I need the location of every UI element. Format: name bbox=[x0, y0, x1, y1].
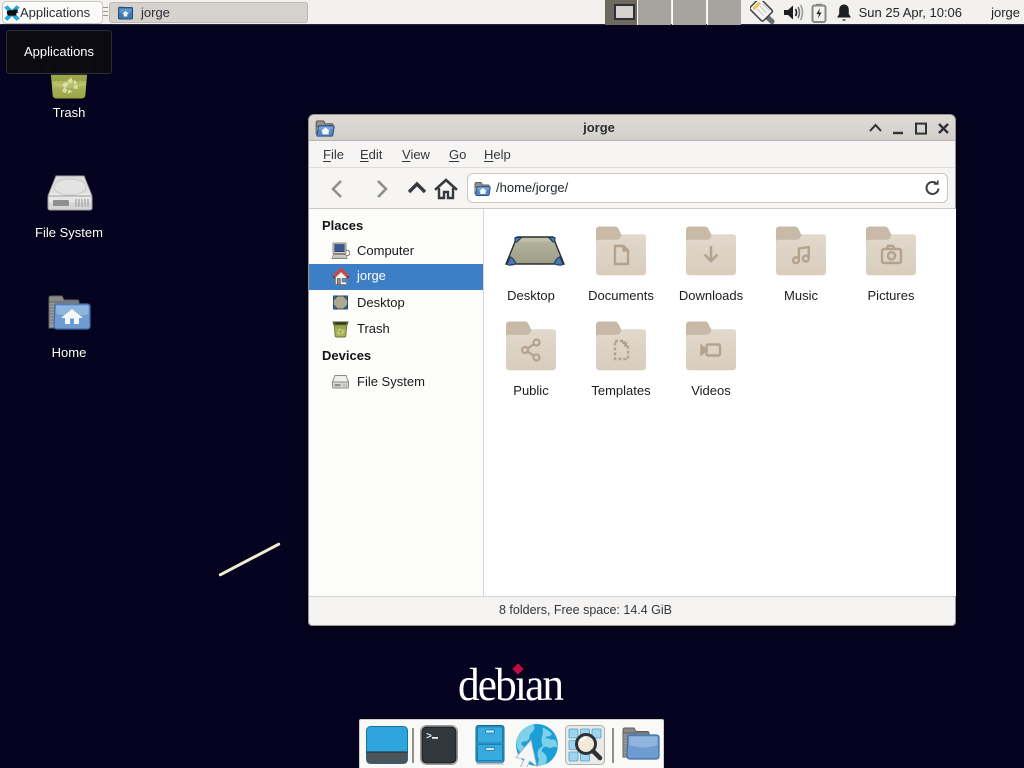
svg-text:>: > bbox=[426, 732, 432, 743]
